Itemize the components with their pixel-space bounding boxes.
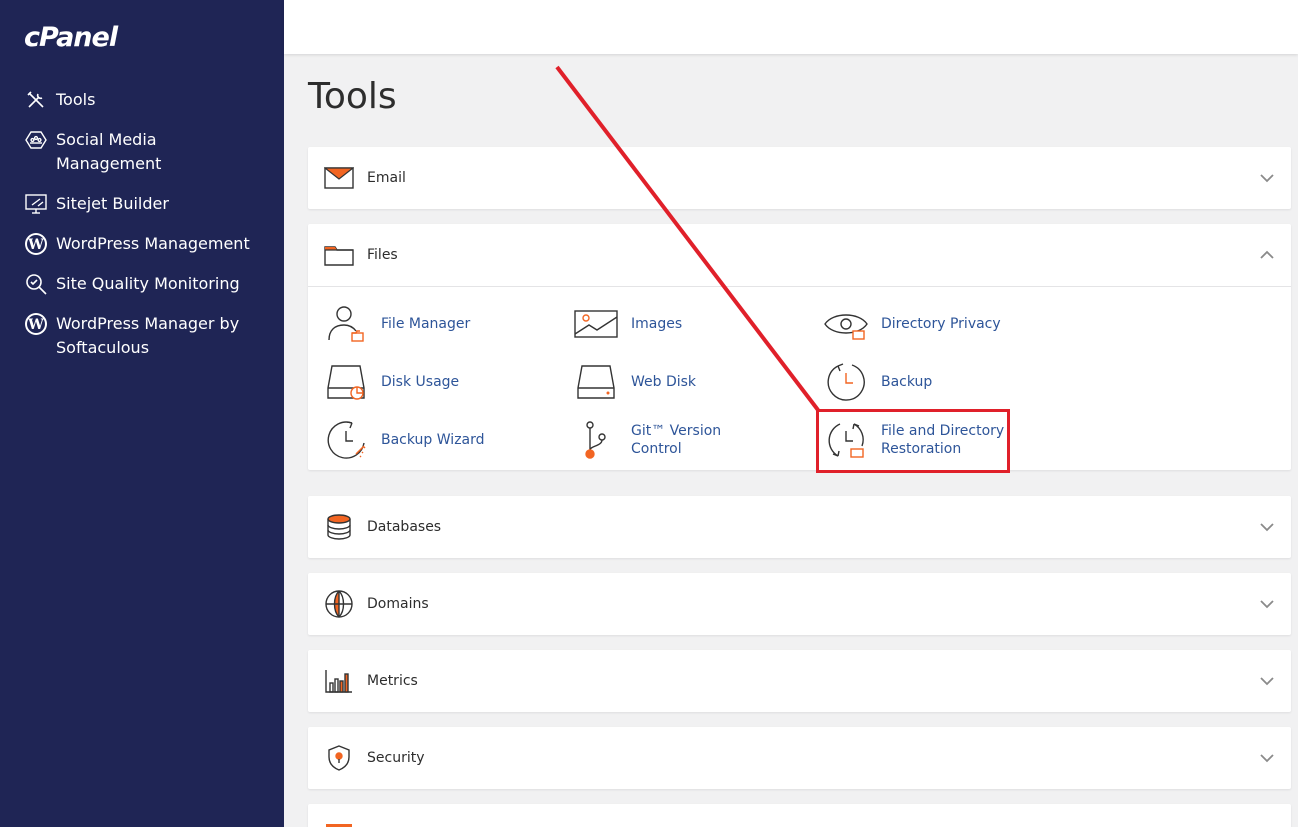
section-metrics-header[interactable]: Metrics bbox=[308, 650, 1291, 712]
section-title: Domains bbox=[367, 596, 429, 612]
web-disk-icon bbox=[574, 362, 618, 402]
section-files-header[interactable]: Files bbox=[308, 224, 1291, 286]
wordpress-icon: W bbox=[24, 312, 48, 336]
chevron-up-icon bbox=[1260, 250, 1274, 259]
sidebar-item-label: Tools bbox=[56, 90, 96, 109]
tool-file-manager[interactable]: File Manager bbox=[324, 304, 574, 344]
git-icon bbox=[574, 420, 618, 460]
tool-backup[interactable]: Backup bbox=[824, 362, 1074, 402]
chevron-down-icon bbox=[1260, 523, 1274, 532]
file-manager-icon bbox=[324, 304, 368, 344]
sitejet-icon bbox=[24, 192, 48, 216]
tool-web-disk[interactable]: Web Disk bbox=[574, 362, 824, 402]
shield-icon bbox=[324, 743, 354, 773]
tool-label: File and Directory Restoration bbox=[881, 423, 1005, 457]
tool-label: Git™ Version Control bbox=[631, 423, 722, 457]
wordpress-icon: W bbox=[24, 232, 48, 256]
tools-icon bbox=[24, 88, 48, 112]
section-metrics: Metrics bbox=[308, 650, 1291, 712]
section-title: Files bbox=[367, 247, 398, 263]
envelope-icon bbox=[324, 163, 354, 193]
sidebar-item-sitejet[interactable]: Sitejet Builder bbox=[0, 192, 284, 216]
sidebar-nav: Tools Social Media Management Sitejet Bu… bbox=[0, 88, 284, 376]
files-tool-grid: File Manager Images Directory Privacy Di… bbox=[308, 286, 1291, 470]
tool-label: Backup bbox=[881, 374, 933, 390]
page-title: Tools bbox=[308, 76, 397, 117]
tool-label: Images bbox=[631, 316, 683, 332]
sidebar-item-social-media[interactable]: Social Media Management bbox=[0, 128, 284, 176]
sidebar-item-softaculous[interactable]: W WordPress Manager by Softaculous bbox=[0, 312, 284, 360]
backup-wizard-icon bbox=[324, 420, 368, 460]
tool-images[interactable]: Images bbox=[574, 304, 824, 344]
sidebar: cPanel Tools Social Media Management Sit… bbox=[0, 0, 284, 827]
globe-icon bbox=[324, 589, 354, 619]
svg-text:W: W bbox=[27, 317, 44, 333]
chevron-down-icon bbox=[1260, 754, 1274, 763]
social-media-icon bbox=[24, 128, 48, 152]
section-security: Security bbox=[308, 727, 1291, 789]
top-bar bbox=[284, 0, 1298, 54]
sidebar-item-label: Social Media Management bbox=[56, 130, 162, 173]
sidebar-item-tools[interactable]: Tools bbox=[0, 88, 284, 112]
disk-usage-icon bbox=[324, 362, 368, 402]
tool-label: Web Disk bbox=[631, 374, 697, 390]
section-title: Email bbox=[367, 170, 406, 186]
database-icon bbox=[324, 512, 354, 542]
tool-label: File Manager bbox=[381, 316, 471, 332]
section-databases-header[interactable]: Databases bbox=[308, 496, 1291, 558]
tool-file-directory-restoration[interactable]: File and Directory Restoration bbox=[824, 420, 1074, 460]
section-files: Files File Manager Images Directory Priv… bbox=[308, 224, 1291, 470]
tool-label: Disk Usage bbox=[381, 374, 460, 390]
sidebar-item-label: WordPress Manager by Softaculous bbox=[56, 314, 240, 357]
section-domains: Domains bbox=[308, 573, 1291, 635]
section-title: Metrics bbox=[367, 673, 418, 689]
tool-git-version-control[interactable]: Git™ Version Control bbox=[574, 420, 824, 460]
images-icon bbox=[574, 304, 618, 344]
sidebar-item-site-quality[interactable]: Site Quality Monitoring bbox=[0, 272, 284, 296]
chevron-down-icon bbox=[1260, 600, 1274, 609]
section-domains-header[interactable]: Domains bbox=[308, 573, 1291, 635]
tool-backup-wizard[interactable]: Backup Wizard bbox=[324, 420, 574, 460]
chevron-down-icon bbox=[1260, 677, 1274, 686]
cpanel-logo[interactable]: cPanel bbox=[24, 22, 118, 53]
section-security-header[interactable]: Security bbox=[308, 727, 1291, 789]
sidebar-item-label: Sitejet Builder bbox=[56, 194, 169, 213]
folder-icon bbox=[324, 240, 354, 270]
section-next-partial bbox=[308, 804, 1291, 827]
tool-label: Backup Wizard bbox=[381, 432, 485, 448]
section-databases: Databases bbox=[308, 496, 1291, 558]
section-title: Security bbox=[367, 750, 425, 766]
tool-directory-privacy[interactable]: Directory Privacy bbox=[824, 304, 1074, 344]
tool-disk-usage[interactable]: Disk Usage bbox=[324, 362, 574, 402]
directory-privacy-icon bbox=[824, 304, 868, 344]
section-title: Databases bbox=[367, 519, 442, 535]
section-email-header[interactable]: Email bbox=[308, 147, 1291, 209]
tool-label: Directory Privacy bbox=[881, 316, 1001, 332]
section-email: Email bbox=[308, 147, 1291, 209]
bar-chart-icon bbox=[324, 666, 354, 696]
sidebar-item-label: Site Quality Monitoring bbox=[56, 274, 240, 293]
chevron-down-icon bbox=[1260, 174, 1274, 183]
svg-text:W: W bbox=[27, 237, 44, 253]
backup-icon bbox=[824, 362, 868, 402]
restoration-icon bbox=[824, 420, 868, 460]
sidebar-item-wordpress-management[interactable]: W WordPress Management bbox=[0, 232, 284, 256]
magnifier-icon bbox=[24, 272, 48, 296]
sidebar-item-label: WordPress Management bbox=[56, 234, 250, 253]
